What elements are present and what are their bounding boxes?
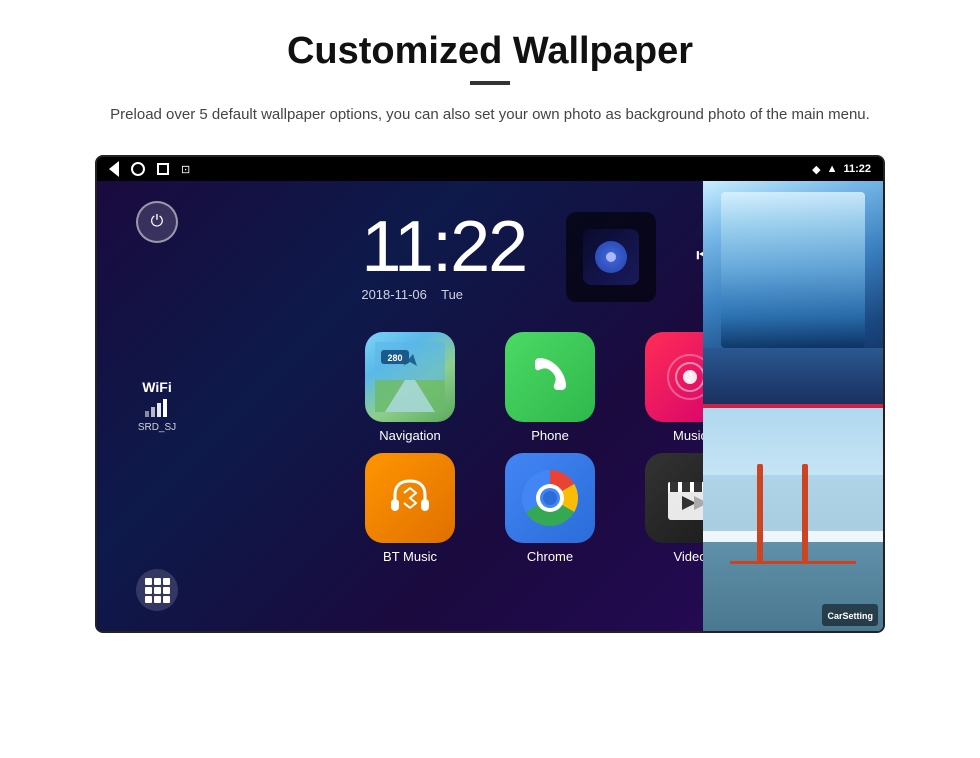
ice-landscape-image bbox=[703, 181, 883, 404]
bt-icon-svg bbox=[385, 473, 435, 523]
app-item-navigation[interactable]: 280 Navigation bbox=[345, 332, 475, 443]
phone-app-label: Phone bbox=[531, 428, 569, 443]
video-app-label: Video bbox=[673, 549, 706, 564]
screen-content: ⏻ WiFi SRD_SJ bbox=[97, 181, 883, 631]
status-right: ◆ ▲ 11:22 bbox=[812, 163, 871, 176]
carsetting-label: CarSetting bbox=[822, 604, 878, 626]
bridge-landscape bbox=[703, 408, 883, 631]
wifi-info: WiFi SRD_SJ bbox=[138, 379, 176, 433]
phone-app-icon bbox=[505, 332, 595, 422]
location-icon: ◆ bbox=[812, 163, 820, 176]
navigation-icon-svg: 280 bbox=[375, 342, 445, 412]
wallpaper-top-preview[interactable] bbox=[703, 181, 883, 404]
apps-button[interactable] bbox=[136, 569, 178, 611]
back-button-icon[interactable] bbox=[109, 161, 119, 177]
status-left: ⊡ bbox=[109, 161, 190, 177]
ice-block bbox=[721, 192, 865, 348]
bridge-left-tower bbox=[757, 464, 763, 564]
day-value: Tue bbox=[441, 287, 463, 302]
app-item-phone[interactable]: Phone bbox=[485, 332, 615, 443]
device-frame: ⊡ ◆ ▲ 11:22 ⏻ WiFi bbox=[95, 155, 885, 633]
svg-text:280: 280 bbox=[387, 353, 402, 363]
power-button[interactable]: ⏻ bbox=[136, 201, 178, 243]
music-app-label: Music bbox=[673, 428, 707, 443]
chrome-app-icon bbox=[505, 453, 595, 543]
navigation-app-icon: 280 bbox=[365, 332, 455, 422]
status-time: 11:22 bbox=[843, 163, 871, 175]
chrome-app-label: Chrome bbox=[527, 549, 573, 564]
power-icon: ⏻ bbox=[151, 213, 164, 231]
chrome-icon-svg bbox=[520, 468, 580, 528]
bridge-deck bbox=[730, 561, 856, 564]
bridge-right-tower bbox=[802, 464, 808, 564]
screenshot-icon[interactable]: ⊡ bbox=[181, 163, 190, 176]
home-button-icon[interactable] bbox=[131, 162, 145, 176]
carsetting-text: CarSetting bbox=[827, 611, 873, 621]
title-divider bbox=[470, 81, 510, 85]
navigation-app-label: Navigation bbox=[379, 428, 440, 443]
bt-music-app-icon bbox=[365, 453, 455, 543]
status-bar: ⊡ ◆ ▲ 11:22 bbox=[97, 157, 883, 181]
media-disc bbox=[595, 241, 627, 273]
page-wrapper: Customized Wallpaper Preload over 5 defa… bbox=[0, 0, 980, 653]
svg-text:♪: ♪ bbox=[686, 366, 695, 386]
wallpaper-bottom-preview[interactable]: CarSetting bbox=[703, 408, 883, 631]
signal-icon: ▲ bbox=[827, 163, 838, 175]
bridge-distant bbox=[703, 475, 883, 531]
wifi-label: WiFi bbox=[138, 379, 176, 395]
ice-base bbox=[703, 348, 883, 404]
apps-grid-icon bbox=[145, 578, 170, 603]
date-display: 2018-11-06 Tue bbox=[361, 287, 526, 302]
page-description: Preload over 5 default wallpaper options… bbox=[100, 103, 880, 127]
phone-icon-svg bbox=[525, 352, 575, 402]
wifi-signal-icon bbox=[138, 397, 176, 420]
wifi-network-name: SRD_SJ bbox=[138, 422, 176, 433]
sidebar: ⏻ WiFi SRD_SJ bbox=[97, 181, 217, 631]
media-disc-center bbox=[606, 252, 616, 262]
media-widget bbox=[566, 212, 656, 302]
bt-music-app-label: BT Music bbox=[383, 549, 437, 564]
media-album-art bbox=[583, 229, 639, 285]
wallpaper-previews: CarSetting bbox=[703, 181, 883, 631]
recents-button-icon[interactable] bbox=[157, 163, 169, 175]
clock-display: 11:22 2018-11-06 Tue bbox=[361, 211, 526, 302]
date-value: 2018-11-06 bbox=[361, 287, 427, 302]
app-item-bt-music[interactable]: BT Music bbox=[345, 453, 475, 564]
clock-section: 11:22 2018-11-06 Tue bbox=[361, 181, 738, 322]
app-item-chrome[interactable]: Chrome bbox=[485, 453, 615, 564]
page-title: Customized Wallpaper bbox=[60, 30, 920, 73]
time-display: 11:22 bbox=[361, 211, 526, 283]
